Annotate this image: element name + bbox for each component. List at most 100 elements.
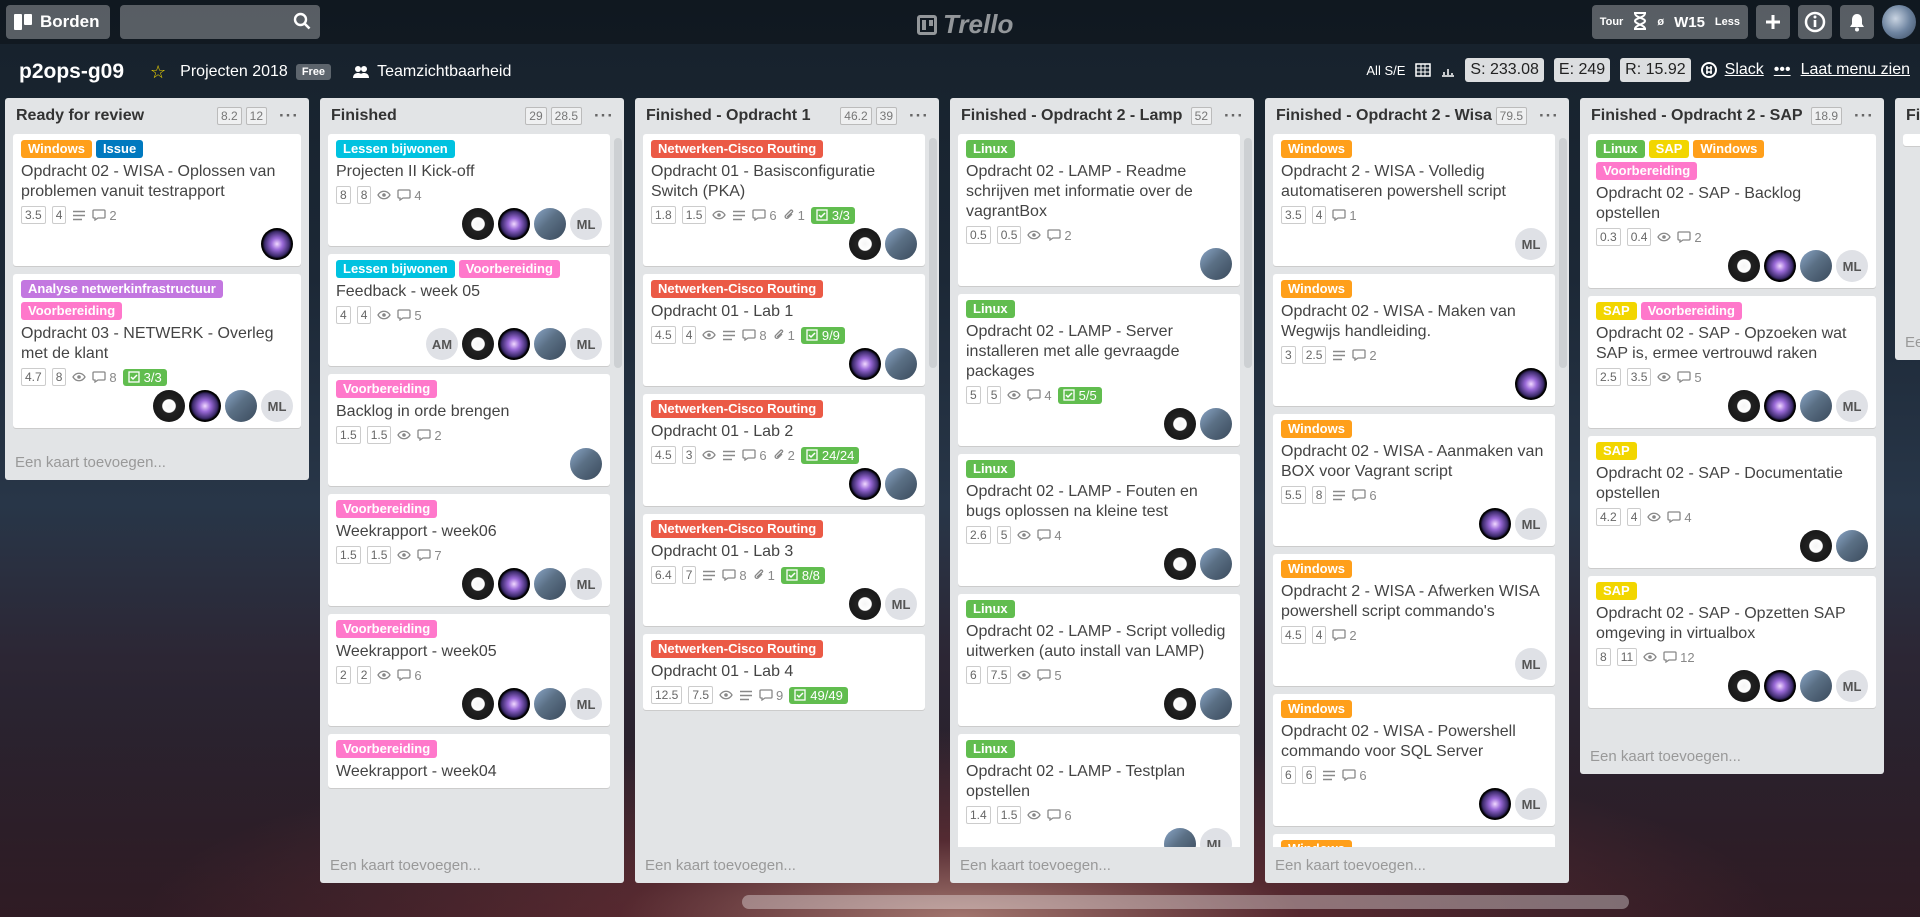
card[interactable]: Voorbereiding Weekrapport - week05 2 2 6 ML: [328, 614, 610, 726]
tour-label[interactable]: Tour: [1600, 16, 1624, 28]
list-scrollbar[interactable]: [614, 138, 622, 368]
member-avatar[interactable]: [462, 568, 494, 600]
card-label[interactable]: SAP: [1596, 442, 1637, 460]
card-title[interactable]: Opdracht 01 - Lab 4: [651, 662, 917, 682]
member-avatar[interactable]: [1200, 408, 1232, 440]
card-title[interactable]: Opdracht 02 - WISA - Aanmaken van BOX vo…: [1281, 442, 1547, 482]
card[interactable]: Windows Opdracht 2 - WISA - Volledig auto…: [1273, 134, 1555, 266]
member-initials[interactable]: ML: [1515, 648, 1547, 680]
member-avatar[interactable]: [1728, 390, 1760, 422]
less-label[interactable]: Less: [1715, 16, 1740, 28]
search-input[interactable]: [120, 5, 320, 39]
list-header[interactable]: Finished 29 28.5 ···: [320, 98, 624, 134]
card-title[interactable]: Weekrapport - week05: [336, 642, 602, 662]
visibility-button[interactable]: Teamzichtbaarheid: [353, 63, 511, 81]
card[interactable]: SAP Opdracht 02 - SAP - Documentatie opst…: [1588, 436, 1876, 568]
card-label[interactable]: Windows: [1281, 140, 1352, 158]
member-avatar[interactable]: [1800, 250, 1832, 282]
boards-button[interactable]: Borden: [6, 5, 110, 39]
member-avatar[interactable]: [498, 688, 530, 720]
member-avatar[interactable]: [1800, 390, 1832, 422]
card-title[interactable]: Opdracht 02 - SAP - Opzoeken wat SAP is,…: [1596, 324, 1868, 364]
card-label[interactable]: Voorbereiding: [336, 620, 438, 638]
card-title[interactable]: Projecten II Kick-off: [336, 162, 602, 182]
card[interactable]: Linux Opdracht 02 - LAMP - Script volledi…: [958, 594, 1240, 726]
member-initials[interactable]: AM: [426, 328, 458, 360]
card-label[interactable]: Voorbereiding: [1596, 162, 1698, 180]
member-avatar[interactable]: [498, 208, 530, 240]
add-card-button[interactable]: Een kaart toevoegen...: [950, 847, 1254, 883]
card[interactable]: Linux Opdracht 02 - LAMP - Readme schrijv…: [958, 134, 1240, 286]
card-label[interactable]: Windows: [21, 140, 92, 158]
member-avatar[interactable]: [189, 390, 221, 422]
card-label[interactable]: Voorbereiding: [336, 740, 438, 758]
member-initials[interactable]: ML: [570, 328, 602, 360]
member-avatar[interactable]: [462, 328, 494, 360]
card-title[interactable]: Opdracht 2 - WISA - Afwerken WISA powers…: [1281, 582, 1547, 622]
card[interactable]: Voorbereiding Backlog in orde brengen 1.5 1…: [328, 374, 610, 486]
card[interactable]: Windows Opdracht 02 - WISA - Powershell c…: [1273, 694, 1555, 826]
list-menu-icon[interactable]: ···: [1854, 106, 1874, 126]
card-label[interactable]: Lessen bijwonen: [336, 260, 455, 278]
card-label[interactable]: Netwerken-Cisco Routing: [651, 140, 824, 158]
card-label[interactable]: SAP: [1596, 302, 1637, 320]
card-title[interactable]: Opdracht 02 - LAMP - Server installeren …: [966, 322, 1232, 382]
member-avatar[interactable]: [261, 228, 293, 260]
card-label[interactable]: Linux: [966, 600, 1015, 618]
member-avatar[interactable]: [1479, 508, 1511, 540]
card[interactable]: WindowsOpdracht 2 - WISA - Maken Vagrant…: [1273, 834, 1555, 847]
member-avatar[interactable]: [1164, 408, 1196, 440]
card-label[interactable]: Windows: [1281, 560, 1352, 578]
member-avatar[interactable]: [1200, 688, 1232, 720]
card-title[interactable]: Feedback - week 05: [336, 282, 602, 302]
member-avatar[interactable]: [498, 328, 530, 360]
member-initials[interactable]: ML: [570, 568, 602, 600]
card[interactable]: Linux Opdracht 02 - LAMP - Fouten en bugs…: [958, 454, 1240, 586]
list-menu-icon[interactable]: ···: [1539, 106, 1559, 126]
list-title[interactable]: Finished: [331, 107, 521, 125]
trello-logo[interactable]: Trello: [917, 9, 1013, 40]
member-avatar[interactable]: [885, 348, 917, 380]
card[interactable]: Voorbereiding Weekrapport - week06 1.5 1.5 7…: [328, 494, 610, 606]
card-label[interactable]: Linux: [966, 140, 1015, 158]
add-card-button[interactable]: Een kaart toevoegen...: [635, 847, 939, 883]
member-avatar[interactable]: [498, 568, 530, 600]
member-initials[interactable]: ML: [570, 208, 602, 240]
member-initials[interactable]: ML: [1515, 788, 1547, 820]
card-title[interactable]: Opdracht 02 - WISA - Oplossen van proble…: [21, 162, 293, 202]
member-avatar[interactable]: [462, 208, 494, 240]
member-initials[interactable]: ML: [570, 688, 602, 720]
card-title[interactable]: Opdracht 02 - SAP - Documentatie opstell…: [1596, 464, 1868, 504]
card-label[interactable]: Netwerken-Cisco Routing: [651, 640, 824, 658]
card-title[interactable]: Opdracht 01 - Lab 3: [651, 542, 917, 562]
add-card-button[interactable]: Een kaart toevoegen...: [1580, 738, 1884, 774]
all-se-toggle[interactable]: All S/E: [1366, 63, 1405, 78]
search-icon[interactable]: [293, 12, 311, 30]
member-avatar[interactable]: [225, 390, 257, 422]
notifications-button[interactable]: [1840, 5, 1874, 39]
card-label[interactable]: Netwerken-Cisco Routing: [651, 280, 824, 298]
member-avatar[interactable]: [534, 568, 566, 600]
card-title[interactable]: Opdracht 02 - LAMP - Fouten en bugs oplo…: [966, 482, 1232, 522]
chart-icon[interactable]: [1441, 63, 1455, 77]
member-avatar[interactable]: [1164, 548, 1196, 580]
card-title[interactable]: Opdracht 01 - Lab 1: [651, 302, 917, 322]
card-title[interactable]: Opdracht 03 - NETWERK - Overleg met de k…: [21, 324, 293, 364]
card-title[interactable]: Opdracht 02 - SAP - Opzetten SAP omgevin…: [1596, 604, 1868, 644]
add-card-button[interactable]: Een kaart toevoegen...: [5, 444, 309, 480]
card-label[interactable]: Linux: [1596, 140, 1645, 158]
card-label[interactable]: Voorbereiding: [21, 302, 123, 320]
member-avatar[interactable]: [570, 448, 602, 480]
list-title[interactable]: Finished - Opdracht 2 - SAP: [1591, 107, 1807, 125]
calculator-icon[interactable]: [1415, 63, 1432, 77]
card-title[interactable]: Opdracht 02 - SAP - Backlog opstellen: [1596, 184, 1868, 224]
list-menu-icon[interactable]: ···: [279, 106, 299, 126]
add-card-button[interactable]: Een kaart toevoegen...: [1265, 847, 1569, 883]
slash-zero[interactable]: ø: [1657, 16, 1664, 28]
member-initials[interactable]: ML: [1200, 828, 1232, 847]
list-menu-icon[interactable]: ···: [909, 106, 929, 126]
list-header[interactable]: Fi: [1895, 98, 1920, 134]
list-title[interactable]: Finished - Opdracht 2 - Lamp: [961, 107, 1187, 125]
member-avatar[interactable]: [1764, 250, 1796, 282]
card-label[interactable]: Voorbereiding: [336, 500, 438, 518]
